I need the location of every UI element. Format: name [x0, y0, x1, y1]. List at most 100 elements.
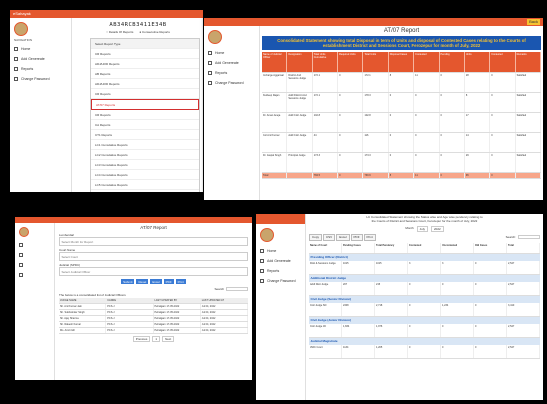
- report-type-option[interactable]: AB Reports: [91, 69, 199, 79]
- report-type-option[interactable]: CR Reports: [91, 110, 199, 120]
- table-cell: Jul 04, 2022: [201, 322, 248, 327]
- menu-icon: [260, 249, 264, 253]
- table-cell: 172.1: [363, 73, 389, 92]
- form-content: AT/07 Report Lumberdari Select Month for…: [59, 225, 248, 342]
- table-cell: Satisfied: [516, 93, 541, 112]
- sidebar-item[interactable]: [15, 270, 54, 280]
- table-cell: 1015: [342, 260, 375, 274]
- report-type-option[interactable]: LC2 Cumulative Reports: [91, 150, 199, 160]
- report-type-option[interactable]: LC4 Cumulative Reports: [91, 170, 199, 180]
- sidebar-item-label: Add Genereate: [21, 57, 45, 61]
- column-header: Units: [464, 52, 491, 72]
- sidebar-item-reports[interactable]: Reports: [10, 64, 71, 74]
- sidebar-item-home[interactable]: Home: [256, 246, 305, 256]
- report-type-option[interactable]: ADJ/HOD Reports: [91, 59, 199, 69]
- sidebar-item-change-password[interactable]: Change Password: [256, 276, 305, 286]
- officer-select[interactable]: Select Judicial Officer: [59, 267, 248, 276]
- table-row: Kuldeep Rajan Addl District And Sessions …: [262, 93, 541, 113]
- column-header: Name of Court: [309, 242, 342, 253]
- court-select[interactable]: Select Court: [59, 252, 248, 261]
- sidebar-item-change-password[interactable]: Change Password: [204, 78, 259, 88]
- table-cell: 0: [490, 133, 516, 152]
- menu-icon: [19, 253, 23, 257]
- search-input[interactable]: [518, 235, 540, 240]
- table-cell: 0: [389, 113, 415, 132]
- report-type-option[interactable]: CA Reports: [91, 120, 199, 130]
- report-type-option[interactable]: CT1 Reports: [91, 130, 199, 140]
- excel-button[interactable]: Excel: [336, 233, 350, 241]
- report-type-option[interactable]: LC1 Cumulative Reports: [91, 140, 199, 150]
- table-cell: 207: [342, 281, 375, 295]
- total-cell: 0: [440, 173, 465, 178]
- print-button[interactable]: Print: [363, 233, 376, 241]
- sidebar-item[interactable]: [15, 250, 54, 260]
- submit-button[interactable]: Submit: [121, 279, 135, 284]
- sidebar-item-add-genereate[interactable]: Add Genereate: [10, 54, 71, 64]
- report-type-option[interactable]: LC/LG Certificate (Monthly Voice): [91, 190, 199, 192]
- table-cell: Pehalgam 17-05-2022: [154, 316, 201, 321]
- table-cell: 1,205: [375, 344, 408, 358]
- search-input[interactable]: [226, 287, 248, 291]
- report-type-option[interactable]: LC3 Cumulative Reports: [91, 160, 199, 170]
- report-type-option[interactable]: CR Reports: [91, 49, 199, 59]
- report-type-option[interactable]: AT/07 Reports: [91, 99, 199, 110]
- report-type-option[interactable]: CR Reports: [91, 89, 199, 99]
- pager-1[interactable]: 1: [152, 336, 161, 342]
- sidebar-item-reports[interactable]: Reports: [256, 266, 305, 276]
- pager-next[interactable]: Next: [162, 336, 175, 342]
- table-cell: 0: [338, 133, 364, 152]
- back-button[interactable]: Back: [527, 19, 540, 25]
- report-type-option[interactable]: ADJ/HOD Reports: [91, 79, 199, 89]
- table-cell: Kuldeep Rajan: [262, 93, 288, 112]
- table-cell: Ms. Amrit Gill: [59, 328, 107, 333]
- sidebar-menu: [15, 240, 54, 280]
- year-select[interactable]: 2022: [431, 225, 444, 232]
- sidebar-item-home[interactable]: Home: [204, 48, 259, 58]
- radio-details[interactable]: ○ Details Of Reports: [106, 30, 133, 34]
- table-cell: Pehalgam 17-05-2022: [154, 304, 201, 309]
- total-cell: 790.9: [363, 173, 389, 178]
- sidebar-item-home[interactable]: Home: [10, 44, 71, 54]
- table-cell: 44: [313, 133, 339, 152]
- sidebar-item-label: Home: [21, 47, 31, 51]
- reset-button[interactable]: Reset: [136, 279, 149, 284]
- table-cell: Col Anil Kumar: [262, 133, 288, 152]
- table-cell: Jul 04, 2022: [201, 328, 248, 333]
- table-cell: 3,410: [507, 302, 540, 316]
- table-cell: 3: [408, 260, 441, 274]
- table-cell: 0: [474, 302, 507, 316]
- month-select[interactable]: Select Month for Report: [59, 237, 248, 246]
- sidebar-item[interactable]: [15, 240, 54, 250]
- table-row: Civil Judge JD 1,834 1,976 0 0 0 2,547: [309, 323, 540, 338]
- report-type-list-header: Select Report Type: [91, 39, 199, 49]
- csv-button[interactable]: CSV: [323, 233, 336, 241]
- pdf-button[interactable]: PDF: [350, 233, 363, 241]
- table-cell: Sh. Anil Kumar Jain: [59, 304, 107, 309]
- pager-previous[interactable]: Previous: [132, 336, 151, 342]
- table-cell: 173.3: [363, 153, 389, 172]
- radio-consecutive[interactable]: ● Consecutive Reports: [139, 30, 170, 34]
- table-cell: PCS-J: [106, 310, 154, 315]
- section-title: Judicial Magistrate: [309, 337, 540, 345]
- sidebar-item-add-genereate[interactable]: Add Genereate: [256, 256, 305, 266]
- sidebar-item[interactable]: [15, 260, 54, 270]
- sidebar-item-add-genereate[interactable]: Add Genereate: [204, 58, 259, 68]
- total-row: Total 784.5 0 790.9 8 11 0 96 0: [262, 173, 541, 179]
- pdf-button[interactable]: PDF: [163, 279, 174, 284]
- table-row: JMIC Court 1134 1,205 0 0 0 2,547: [309, 344, 540, 359]
- print-button[interactable]: Print: [175, 279, 186, 284]
- sidebar-item-change-password[interactable]: Change Password: [10, 74, 71, 84]
- table-cell: 0: [338, 113, 364, 132]
- table-row: Civil Judge SD 2348 2,718 0 1,234 0 3,410: [309, 302, 540, 317]
- table-header-row: Name of Judicial Officer Designation Total…: [262, 52, 541, 73]
- excel-button[interactable]: Excel: [150, 279, 162, 284]
- report-type-option[interactable]: LC5 Cumulative Reports: [91, 180, 199, 190]
- report-type-screen: eSahayak NAVIGATION Home Add Genereate Rep…: [10, 10, 203, 192]
- table-cell: Dr. Aman Aneja: [262, 113, 288, 132]
- section-title: Presiding Officer (District): [309, 253, 540, 261]
- table-cell: 102.8: [313, 113, 339, 132]
- sidebar-item-reports[interactable]: Reports: [204, 68, 259, 78]
- search-label: Search: [214, 287, 224, 291]
- month-select[interactable]: July: [416, 225, 428, 232]
- copy-button[interactable]: Copy: [309, 233, 323, 241]
